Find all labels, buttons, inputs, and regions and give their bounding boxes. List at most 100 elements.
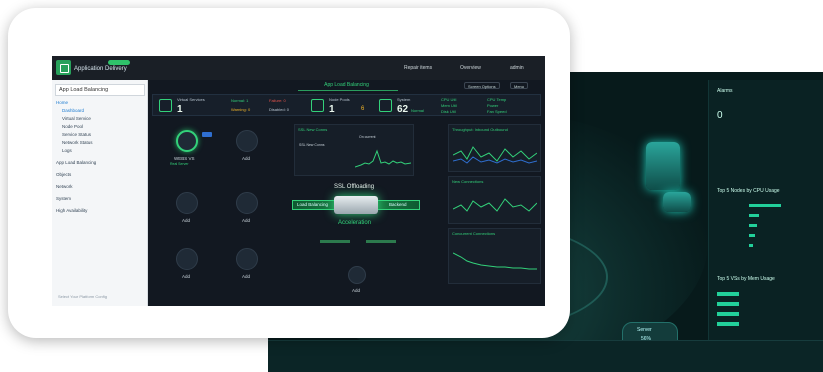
cpu-temp: CPU Temp: [487, 97, 507, 102]
vs-failure: Failure: 0: [269, 98, 286, 103]
load-balancing-label: Load Balancing: [297, 202, 329, 207]
backend-label: Backend: [389, 202, 407, 207]
main-content: App Load Balancing Screen Options Menu 1…: [148, 80, 545, 306]
sidebar-item-app-lb[interactable]: App Load Balancing: [56, 160, 96, 165]
sidebar-item-dashboard[interactable]: Dashboard: [62, 108, 84, 113]
node-pool-count: 1: [329, 104, 335, 115]
alarms-count: 0: [717, 110, 723, 121]
throughput-title: Throughput: Inbound Outbound: [452, 127, 508, 132]
app-screen: Application Delivery Repair items Overvi…: [52, 56, 545, 306]
sidebar: App Load Balancing Home Dashboard Virtua…: [52, 80, 148, 306]
screen-options-button[interactable]: Screen Options: [464, 82, 500, 89]
screenshot-card: Application Delivery Repair items Overvi…: [8, 8, 570, 338]
sidebar-item-virtual-service[interactable]: Virtual Service: [62, 116, 91, 121]
add-label: Add: [182, 274, 191, 279]
vs-count: 1: [177, 104, 183, 115]
cpu-bar: [749, 234, 755, 237]
sidebar-item-logs[interactable]: Logs: [62, 148, 72, 153]
flow-bar: [320, 240, 350, 243]
top-nodes-title: Top 5 Nodes by CPU Usage: [717, 188, 780, 194]
sidebar-item-service-status[interactable]: Service Status: [62, 132, 91, 137]
add-node[interactable]: [236, 192, 258, 214]
node-pool-label: Node Pools: [329, 97, 350, 102]
throughput-chart: Throughput: Inbound Outbound: [448, 124, 541, 172]
mem-bar: [717, 312, 739, 316]
node-pool-extra: 6: [361, 106, 365, 112]
menu-button[interactable]: Menu: [510, 82, 529, 89]
vs-label: Virtual Services: [177, 97, 205, 102]
sidebar-item-home[interactable]: Home: [56, 100, 68, 105]
vs-normal: Normal: 1: [231, 98, 249, 103]
new-connections-sparkline: [453, 198, 537, 212]
power: Power: [487, 103, 499, 108]
flow-bar: [366, 240, 396, 243]
mem-bar: [717, 322, 739, 326]
mem-bar: [717, 302, 739, 306]
sidebar-item-node-pool[interactable]: Node Pool: [62, 124, 83, 129]
node-pool-icon: [311, 99, 324, 112]
vs-tag: [202, 132, 212, 137]
concurrent-sparkline: [453, 252, 537, 270]
throughput-sparkline: [453, 146, 537, 164]
stats-bar: 1 Virtual Services Normal: 1 Warning: 0 …: [152, 94, 541, 116]
cpu-bar: [749, 214, 759, 217]
background-right-panel: Alarms 0 Top 5 Nodes by CPU Usage Top 5 …: [708, 80, 823, 372]
ssl-conns-title: SSL New Conns: [298, 127, 328, 132]
new-connections-title: New Connections: [452, 179, 484, 184]
add-label: Add: [352, 288, 361, 293]
alarms-title: Alarms: [717, 88, 733, 94]
topnav-overview[interactable]: Overview: [460, 65, 481, 71]
ssl-sparkline: [355, 149, 411, 168]
virtual-service-icon: [159, 99, 172, 112]
background-pillar-small: [663, 192, 691, 212]
system-icon: [379, 99, 392, 112]
background-pillar: [646, 142, 680, 190]
vs-disabled: Disabled: 0: [269, 107, 290, 112]
add-label: Add: [242, 156, 251, 161]
adc-device: [334, 196, 378, 214]
sidebar-item-objects[interactable]: Objects: [56, 172, 71, 177]
add-node[interactable]: [236, 248, 258, 270]
sidebar-item-ha[interactable]: High Availability: [56, 208, 87, 213]
topnav-user[interactable]: admin: [510, 65, 524, 71]
cpu-util: CPU Util: [441, 97, 457, 102]
concurrent-connections-chart: Concurrent Connections: [448, 228, 541, 284]
brand-badge: [108, 60, 130, 65]
page: Alarms 0 Top 5 Nodes by CPU Usage Top 5 …: [0, 0, 823, 372]
webs-vs-label: WEBS VS: [174, 156, 195, 161]
webs-vs-node[interactable]: [176, 130, 198, 152]
add-label: Add: [182, 218, 191, 223]
ssl-conns-panel: SSL New Conns SSL New Conns On current: [294, 124, 414, 176]
brand-name: Application Delivery: [74, 66, 127, 72]
add-label: Add: [242, 274, 251, 279]
add-node[interactable]: [236, 130, 258, 152]
cpu-bar: [749, 244, 753, 247]
sidebar-item-network-status[interactable]: Network Status: [62, 140, 93, 145]
server-node[interactable]: [348, 266, 366, 284]
sidebar-item-system[interactable]: System: [56, 196, 71, 201]
cpu-bar: [749, 224, 757, 227]
disk-util: Disk Util: [441, 109, 456, 114]
add-node[interactable]: [176, 192, 198, 214]
ssl-offloading-label: SSL Offloading: [334, 184, 375, 190]
system-status: Normal: [411, 108, 424, 113]
logo-icon: [56, 60, 71, 75]
concurrent-connections-title: Concurrent Connections: [452, 231, 496, 236]
sidebar-item-network[interactable]: Network: [56, 184, 73, 189]
mem-util: Mem Util: [441, 103, 457, 108]
sidebar-footer[interactable]: Select Your Platform Config: [58, 294, 107, 299]
add-node[interactable]: [176, 248, 198, 270]
top-bar: Application Delivery Repair items Overvi…: [52, 56, 545, 80]
fan-speed: Fan Speed: [487, 109, 507, 114]
webs-vs-sub: Real Server: [170, 162, 189, 166]
background-footer: [268, 340, 823, 372]
topnav-repair[interactable]: Repair items: [404, 65, 432, 71]
system-label: System: [397, 97, 411, 102]
ssl-new-conns-label: SSL New Conns: [299, 143, 325, 147]
sidebar-header[interactable]: App Load Balancing: [55, 84, 145, 96]
gauge-label: Server: [637, 327, 652, 333]
title-underline: [298, 90, 398, 91]
vs-warning: Warning: 0: [231, 107, 251, 112]
mem-bar: [717, 292, 739, 296]
top-vs-title: Top 5 VSs by Mem Usage: [717, 276, 775, 282]
